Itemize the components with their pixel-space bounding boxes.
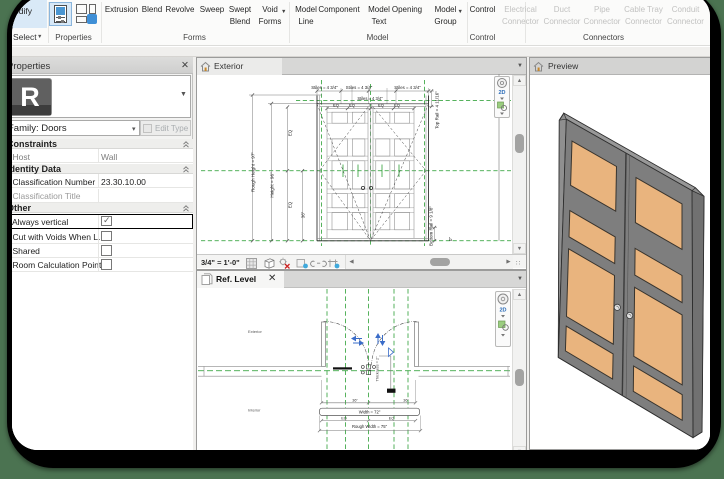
svg-text:Height = 96": Height = 96" — [270, 172, 275, 198]
svg-text:EQ: EQ — [341, 416, 347, 420]
svg-text:Stiles = 4 3/4": Stiles = 4 3/4" — [346, 85, 373, 90]
svg-text:Top Rail = 4 11/16": Top Rail = 4 11/16" — [435, 91, 440, 129]
svg-text:EQ: EQ — [288, 129, 293, 136]
svg-text:Stiles = 4 3/4": Stiles = 4 3/4" — [311, 85, 338, 90]
svg-text:Rough Height = 97": Rough Height = 97" — [251, 152, 256, 192]
svg-text:Exterior: Exterior — [248, 329, 262, 334]
svg-text:EQ: EQ — [389, 416, 395, 420]
svg-text:Stiles = 4 3/4": Stiles = 4 3/4" — [357, 96, 383, 101]
svg-text:0": 0" — [448, 237, 453, 241]
svg-text:36": 36" — [352, 399, 358, 403]
svg-text:36": 36" — [403, 399, 409, 403]
svg-text:Stiles = 4 3/4": Stiles = 4 3/4" — [394, 85, 421, 90]
svg-text:2D: 2D — [499, 307, 506, 313]
svg-text:Thickness = 2": Thickness = 2" — [376, 356, 380, 382]
svg-text:Bottom Rail = 9 1/8": Bottom Rail = 9 1/8" — [429, 206, 434, 246]
svg-text:Rough Width = 75": Rough Width = 75" — [352, 424, 388, 429]
svg-text:EQ: EQ — [288, 201, 293, 208]
svg-text:2D: 2D — [498, 90, 505, 96]
svg-text:36": 36" — [301, 211, 306, 218]
svg-text:Interior: Interior — [248, 408, 261, 413]
svg-text:Width = 72": Width = 72" — [359, 409, 381, 414]
